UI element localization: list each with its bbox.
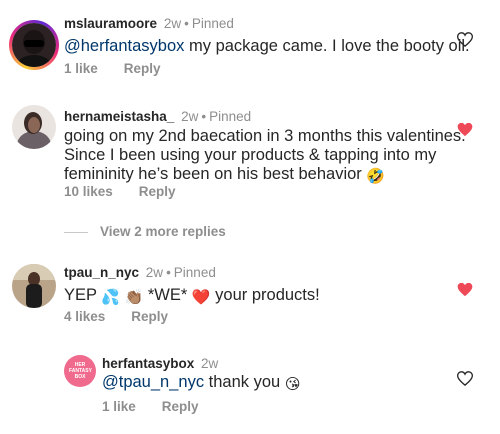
comment-line-1: going on my 2nd baecation in 3 months th…	[64, 127, 466, 145]
username[interactable]: herfantasybox	[102, 356, 194, 371]
timestamp: 2w	[145, 265, 164, 280]
separator-dot: •	[166, 265, 171, 280]
pinned-label: Pinned	[191, 16, 234, 31]
timestamp: 2w	[181, 109, 199, 124]
avatar[interactable]	[12, 105, 56, 149]
comment-2: hernameistasha_ 2w • Pinned going on my 2n…	[0, 100, 500, 210]
heart-filled-icon[interactable]	[457, 282, 473, 297]
avatar[interactable]	[12, 264, 56, 308]
username[interactable]: mslauramoore	[64, 16, 157, 31]
kissing-face-emoji: 😘	[284, 376, 301, 393]
reply-button[interactable]: Reply	[139, 184, 176, 199]
comment-body: my package came. I love the booty oil.	[184, 37, 470, 55]
comment-3: tpau_n_nyc 2w • Pinned YEP 💦 👏🏽 *WE* ❤️ yo…	[0, 258, 500, 338]
mention-link[interactable]: @tpau_n_nyc	[102, 373, 204, 391]
view-more-replies-label[interactable]: View 2 more replies	[100, 224, 226, 239]
comment-text-mid: *WE*	[147, 286, 188, 304]
avatar-photo	[12, 23, 56, 67]
likes-count[interactable]: 1 like	[64, 61, 98, 76]
separator-dot: •	[184, 16, 189, 31]
timestamp: 2w	[163, 16, 182, 31]
pinned-label: Pinned	[173, 265, 216, 280]
likes-count[interactable]: 4 likes	[64, 309, 105, 324]
heart-outline-icon[interactable]	[457, 371, 473, 386]
avatar[interactable]	[12, 23, 56, 67]
comment-text: YEP 💦 👏🏽 *WE* ❤️ your products!	[64, 285, 320, 305]
comment-text-start: YEP	[64, 286, 97, 304]
reply-comment: HER FANTASY BOX herfantasybox 2w @tpau_n…	[0, 348, 500, 434]
rolling-laughing-emoji: 🤣	[366, 168, 386, 185]
username[interactable]: hernameistasha_	[64, 109, 174, 124]
avatar-photo	[12, 105, 56, 149]
brand-avatar[interactable]: HER FANTASY BOX	[64, 355, 96, 387]
comment-text-end: your products!	[215, 286, 320, 304]
view-more-replies[interactable]: View 2 more replies	[64, 224, 364, 242]
comment-text: @herfantasybox my package came. I love t…	[64, 36, 470, 56]
comment-1: mslauramoore 2w • Pinned @herfantasybox my…	[0, 0, 500, 90]
heart-outline-icon[interactable]	[457, 32, 473, 47]
username[interactable]: tpau_n_nyc	[64, 265, 139, 280]
reply-text: @tpau_n_nyc thank you 😘	[102, 372, 300, 392]
brand-logo-text: HER FANTASY BOX	[69, 362, 92, 380]
reply-body: thank you	[204, 373, 281, 391]
red-heart-emoji: ❤️	[191, 289, 211, 306]
comment-line-2: Since I been using your products & tappi…	[64, 146, 437, 164]
comment-line-3: femininity he’s been on his best behavio…	[64, 165, 362, 183]
mention-link[interactable]: @herfantasybox	[64, 37, 184, 55]
reply-button[interactable]: Reply	[162, 399, 199, 414]
pinned-label: Pinned	[209, 109, 252, 124]
timestamp: 2w	[201, 356, 219, 371]
reply-button[interactable]: Reply	[131, 309, 168, 324]
likes-count[interactable]: 10 likes	[64, 184, 113, 199]
avatar-photo	[12, 264, 56, 308]
comment-line-3-wrap: femininity he’s been on his best behavio…	[64, 164, 385, 184]
likes-count[interactable]: 1 like	[102, 399, 136, 414]
heart-filled-icon[interactable]	[457, 122, 473, 137]
clapping-hands-emoji: 👏🏽	[124, 289, 144, 306]
reply-button[interactable]: Reply	[124, 61, 161, 76]
sweat-droplets-emoji: 💦	[101, 289, 120, 306]
replies-divider	[64, 232, 88, 233]
separator-dot: •	[201, 109, 207, 124]
